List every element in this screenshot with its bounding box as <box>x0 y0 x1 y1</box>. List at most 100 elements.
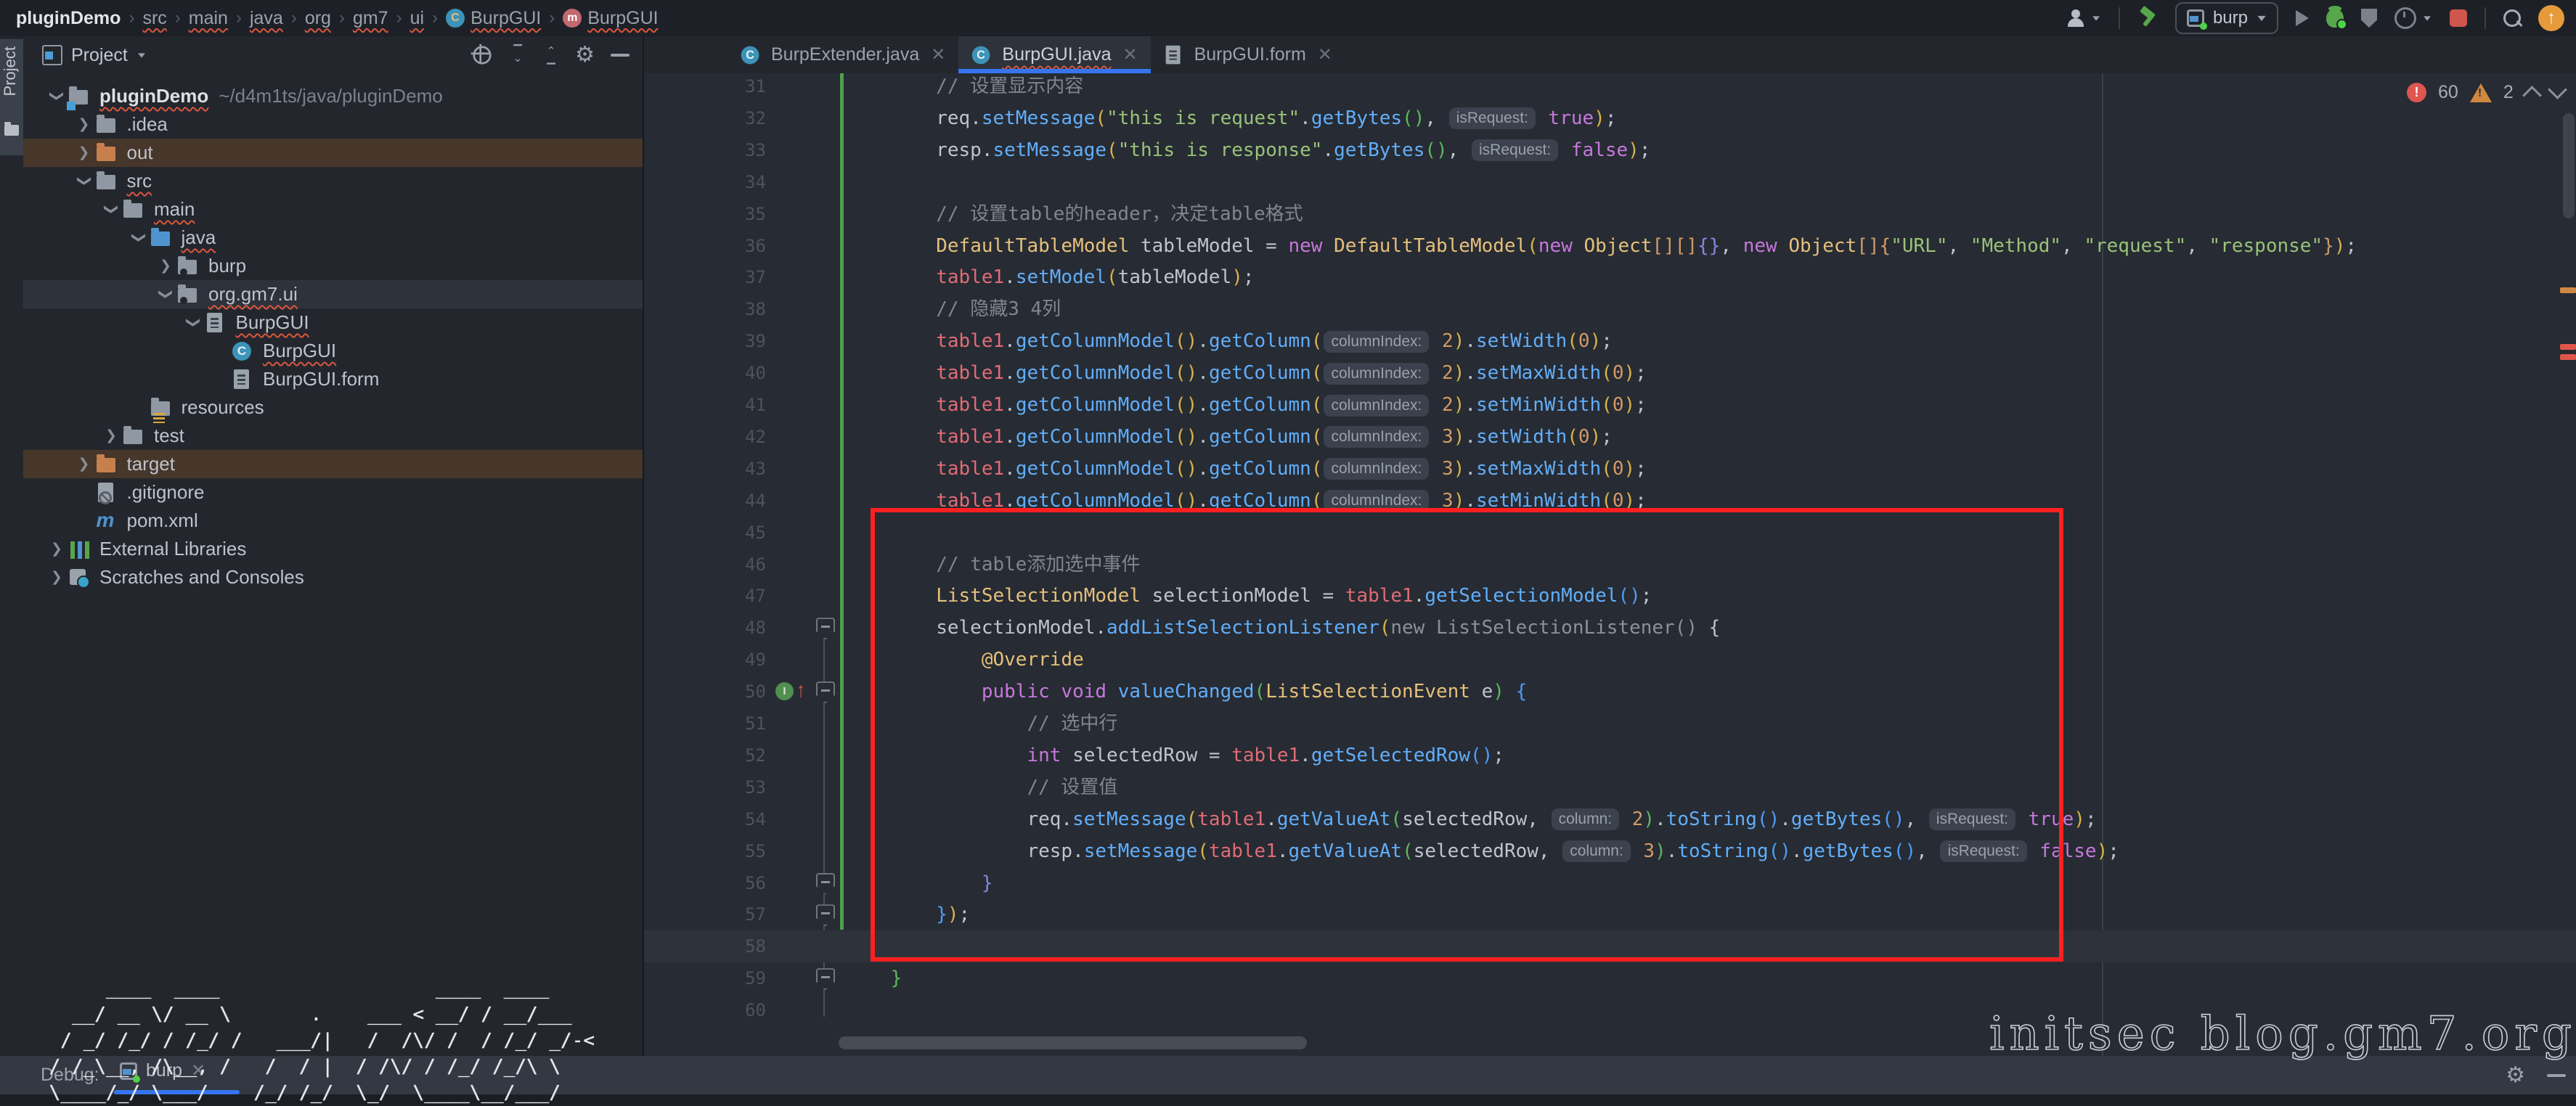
line-number[interactable]: 51 <box>644 708 766 740</box>
breadcrumb-item-BurpGUI[interactable]: CBurpGUI <box>446 8 541 29</box>
tree-item-test[interactable]: ❯test <box>23 422 643 450</box>
line-number[interactable]: 34 <box>644 166 766 198</box>
chevron-down-icon[interactable]: ❯ <box>76 169 92 194</box>
code-line-38[interactable]: 38 // 隐藏3 4列 <box>644 293 2576 325</box>
code-line-36[interactable]: 36 DefaultTableModel tableModel = new De… <box>644 230 2576 262</box>
ide-update-icon[interactable]: ↑ <box>2538 5 2564 31</box>
profiler-button[interactable] <box>2394 7 2432 29</box>
chevron-right-icon[interactable]: ❯ <box>44 569 69 586</box>
collapse-all-icon[interactable]: ⌃▁ <box>542 46 559 64</box>
tab-BurpExtender.java[interactable]: CBurpExtender.java✕ <box>727 36 958 73</box>
code-line-33[interactable]: 33 resp.setMessage("this is response".ge… <box>644 134 2576 166</box>
line-number[interactable]: 60 <box>644 994 766 1026</box>
select-opened-file-icon[interactable] <box>473 46 491 64</box>
hide-panel-icon[interactable] <box>611 54 629 57</box>
expand-all-icon[interactable]: ▔⌄ <box>508 46 526 64</box>
line-number[interactable]: 45 <box>644 517 766 549</box>
code-line-32[interactable]: 32 req.setMessage("this is request".getB… <box>644 102 2576 134</box>
tree-item-src[interactable]: ❯src <box>23 167 643 195</box>
tree-item-.gitignore[interactable]: .gitignore <box>23 478 643 507</box>
build-button[interactable] <box>2137 8 2158 28</box>
stripe-error-mark[interactable] <box>2560 344 2576 350</box>
line-number[interactable]: 31 <box>644 73 766 102</box>
chevron-right-icon[interactable]: ❯ <box>72 144 97 161</box>
line-number[interactable]: 33 <box>644 134 766 166</box>
breadcrumb-item-src[interactable]: src <box>142 8 166 29</box>
chevron-down-icon[interactable]: ❯ <box>130 226 147 250</box>
line-number[interactable]: 56 <box>644 867 766 899</box>
breadcrumb-item-ui[interactable]: ui <box>410 8 424 29</box>
run-configuration-select[interactable]: burp <box>2175 2 2278 34</box>
overrides-arrow-icon[interactable]: ↑ <box>796 679 806 702</box>
next-problem-button[interactable] <box>2548 80 2567 99</box>
code-editor[interactable]: 31 // 设置显示内容32 req.setMessage("this is r… <box>644 73 2576 1056</box>
hide-panel-icon[interactable] <box>2547 1074 2566 1077</box>
line-number[interactable]: 41 <box>644 389 766 421</box>
debug-button[interactable] <box>2326 9 2344 28</box>
run-button[interactable] <box>2296 10 2309 26</box>
fold-marker-icon[interactable] <box>816 681 835 703</box>
gear-icon[interactable]: ⚙ <box>2506 1065 2525 1086</box>
line-number[interactable]: 54 <box>644 803 766 835</box>
line-number[interactable]: 32 <box>644 102 766 134</box>
code-line-39[interactable]: 39 table1.getColumnModel().getColumn(col… <box>644 325 2576 357</box>
line-number[interactable]: 48 <box>644 612 766 644</box>
project-view-select[interactable]: Project <box>42 45 147 66</box>
fold-marker-icon[interactable] <box>816 618 835 639</box>
close-icon[interactable]: ✕ <box>931 44 945 65</box>
tab-BurpGUI.form[interactable]: BurpGUI.form✕ <box>1151 36 1345 73</box>
tree-item-.idea[interactable]: ❯.idea <box>23 110 643 139</box>
line-number[interactable]: 37 <box>644 261 766 293</box>
inspections-widget[interactable]: ! 60 2 <box>2407 82 2564 103</box>
line-number[interactable]: 38 <box>644 293 766 325</box>
line-number[interactable]: 58 <box>644 930 766 962</box>
line-number[interactable]: 53 <box>644 771 766 803</box>
stop-button[interactable] <box>2450 9 2467 27</box>
chevron-right-icon[interactable]: ❯ <box>72 116 97 133</box>
line-number[interactable]: 35 <box>644 198 766 230</box>
code-line-40[interactable]: 40 table1.getColumnModel().getColumn(col… <box>644 357 2576 389</box>
previous-problem-button[interactable] <box>2522 86 2542 105</box>
code-line-31[interactable]: 31 // 设置显示内容 <box>644 73 2576 102</box>
tree-item-target[interactable]: ❯target <box>23 450 643 478</box>
tree-item-BurpGUI[interactable]: ❯BurpGUI <box>23 308 643 337</box>
tree-item-main[interactable]: ❯main <box>23 195 643 224</box>
tree-item-BurpGUI[interactable]: CBurpGUI <box>23 337 643 365</box>
breadcrumb-item-gm7[interactable]: gm7 <box>353 8 388 29</box>
breadcrumb-item-org[interactable]: org <box>305 8 331 29</box>
code-line-42[interactable]: 42 table1.getColumnModel().getColumn(col… <box>644 421 2576 453</box>
fold-marker-icon[interactable] <box>816 968 835 990</box>
line-number[interactable]: 46 <box>644 549 766 581</box>
tab-BurpGUI.java[interactable]: CBurpGUI.java✕ <box>958 36 1150 73</box>
line-number[interactable]: 57 <box>644 898 766 930</box>
horizontal-scrollbar[interactable] <box>839 1036 1307 1049</box>
code-line-35[interactable]: 35 // 设置table的header，决定table格式 <box>644 198 2576 230</box>
line-number[interactable]: 50 <box>644 676 766 708</box>
search-everywhere-button[interactable] <box>2503 9 2521 27</box>
chevron-right-icon[interactable]: ❯ <box>44 541 69 557</box>
stripe-error-mark[interactable] <box>2560 354 2576 360</box>
tree-item-out[interactable]: ❯out <box>23 139 643 167</box>
coverage-button[interactable] <box>2361 9 2377 28</box>
vertical-scrollbar[interactable] <box>2563 113 2575 218</box>
tree-item-pom.xml[interactable]: mpom.xml <box>23 507 643 535</box>
close-icon[interactable]: ✕ <box>1318 44 1332 65</box>
line-number[interactable]: 39 <box>644 325 766 357</box>
line-number[interactable]: 47 <box>644 580 766 612</box>
chevron-right-icon[interactable]: ❯ <box>99 427 123 444</box>
chevron-right-icon[interactable]: ❯ <box>153 258 178 274</box>
tree-item-resources[interactable]: resources <box>23 393 643 422</box>
chevron-down-icon[interactable]: ❯ <box>49 84 65 109</box>
chevron-down-icon[interactable]: ❯ <box>184 311 201 335</box>
chevron-down-icon[interactable]: ❯ <box>158 282 174 307</box>
line-number[interactable]: 59 <box>644 962 766 994</box>
error-stripe[interactable] <box>2560 73 2576 1056</box>
breadcrumb-item-main[interactable]: main <box>189 8 228 29</box>
breadcrumb-item-pluginDemo[interactable]: pluginDemo <box>16 8 121 29</box>
line-number[interactable]: 40 <box>644 357 766 389</box>
code-line-34[interactable]: 34 <box>644 166 2576 198</box>
tree-item-pluginDemo[interactable]: ❯pluginDemo~/d4m1ts/java/pluginDemo <box>23 82 643 110</box>
tree-item-External Libraries[interactable]: ❯External Libraries <box>23 535 643 563</box>
tree-item-org.gm7.ui[interactable]: ❯org.gm7.ui <box>23 280 643 308</box>
breadcrumb-item-java[interactable]: java <box>250 8 283 29</box>
